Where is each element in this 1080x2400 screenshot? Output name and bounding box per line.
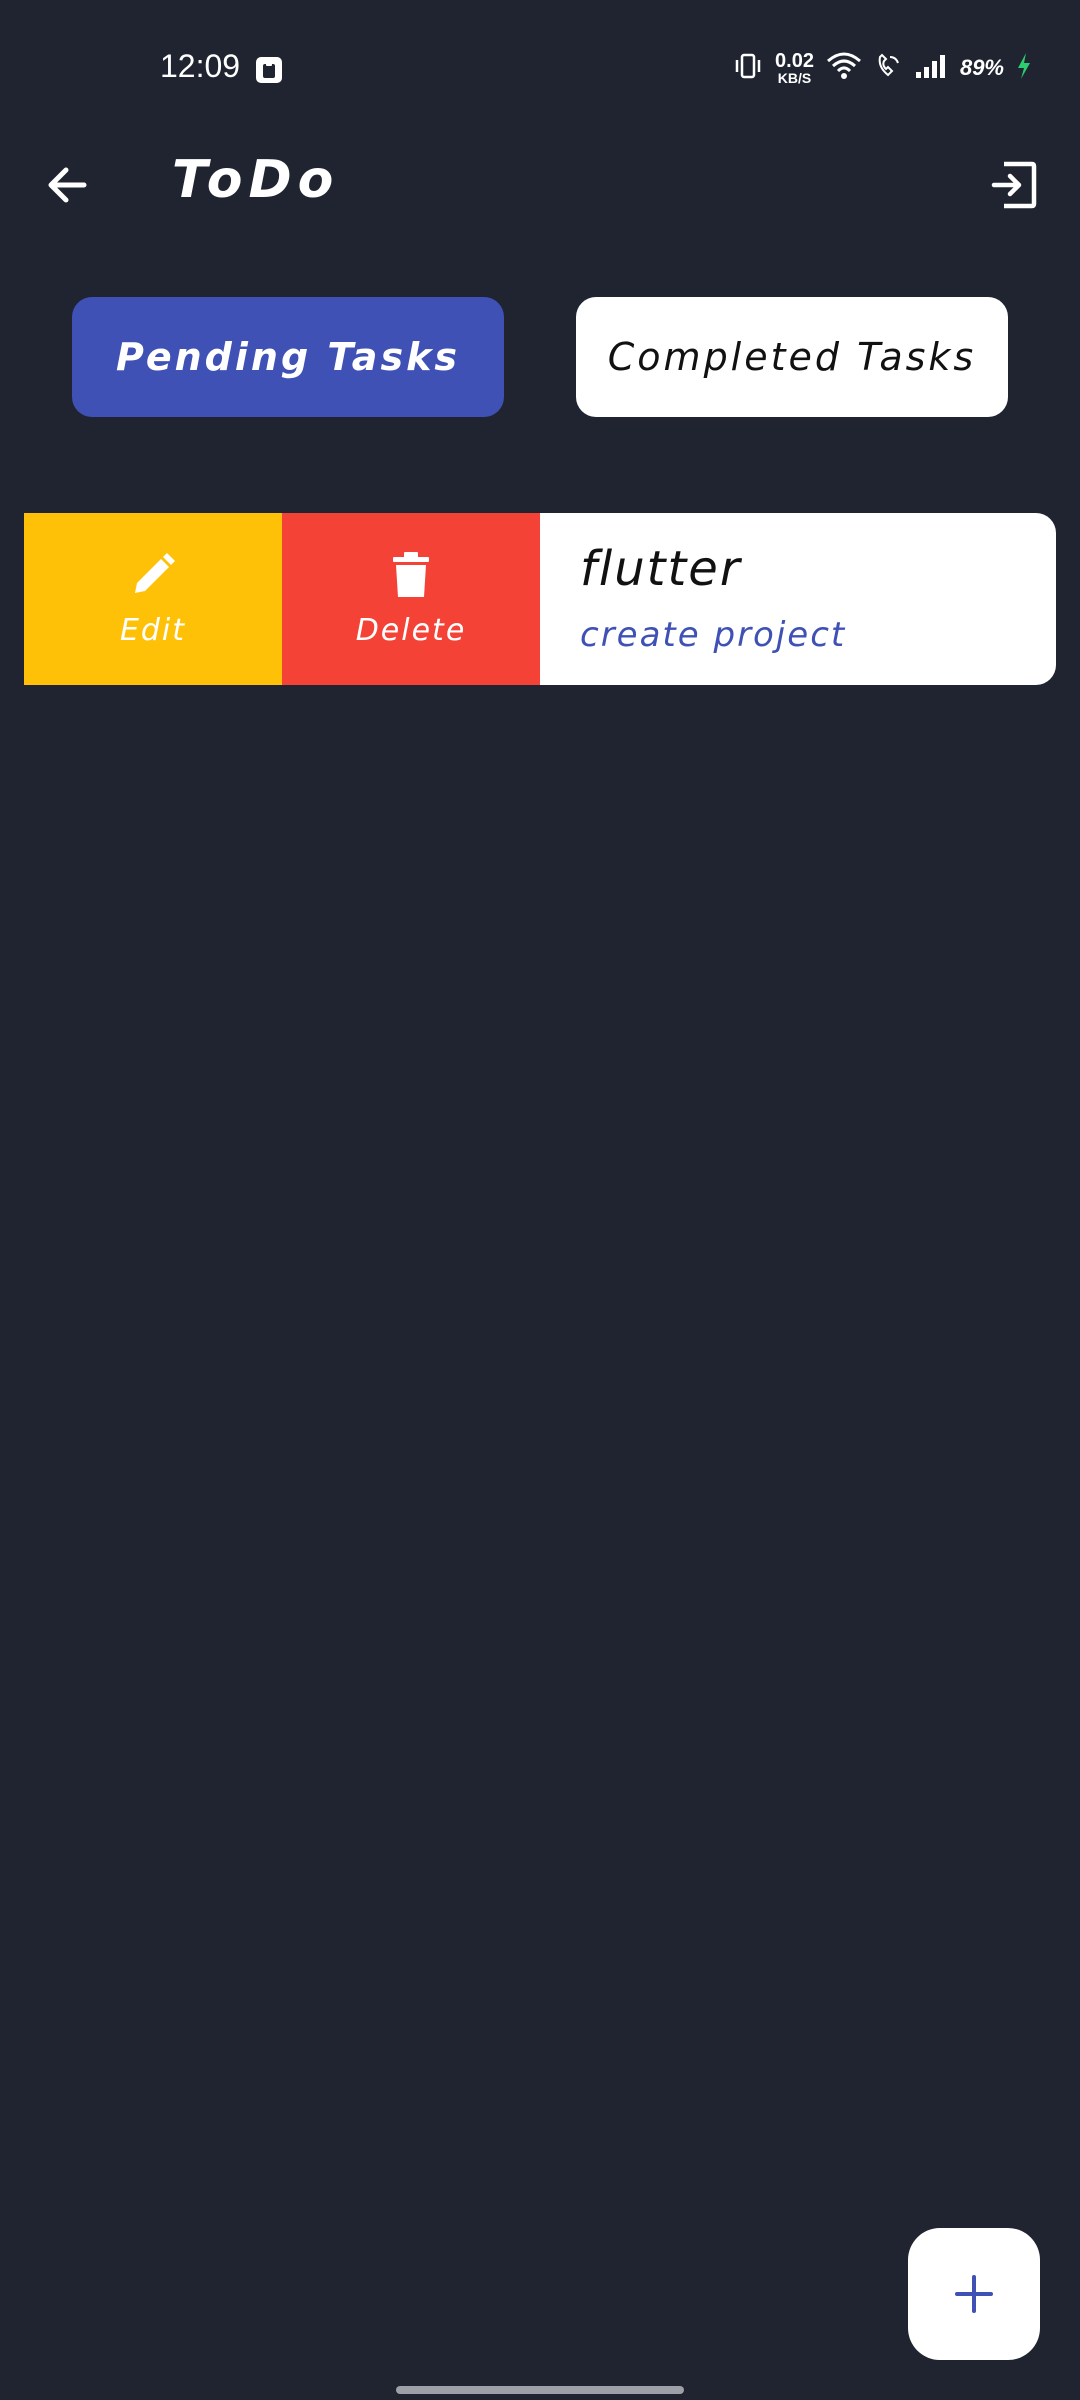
trash-icon bbox=[393, 551, 429, 597]
battery-level: 89% bbox=[959, 55, 1004, 80]
status-bar: 12:09 0.02 KB/S 89% bbox=[0, 0, 1080, 140]
app-title: ToDo bbox=[172, 150, 340, 210]
charging-icon bbox=[1016, 52, 1032, 85]
wifi-calling-icon bbox=[874, 51, 902, 86]
edit-label: Edit bbox=[119, 612, 187, 648]
exit-icon bbox=[991, 161, 1037, 209]
delete-action-button[interactable]: Delete bbox=[282, 513, 540, 685]
status-time: 12:09 bbox=[160, 48, 241, 84]
add-task-button[interactable] bbox=[908, 2228, 1040, 2360]
tab-pending-tasks[interactable]: Pending Tasks bbox=[72, 297, 504, 417]
delete-label: Delete bbox=[355, 612, 467, 648]
wifi-icon bbox=[826, 51, 862, 86]
network-speed: 0.02 KB/S bbox=[775, 51, 814, 85]
screen: 12:09 0.02 KB/S 89% ToDo Pending Tasks C… bbox=[0, 0, 1080, 2400]
logout-button[interactable] bbox=[982, 154, 1044, 216]
tab-completed-tasks[interactable]: Completed Tasks bbox=[576, 297, 1008, 417]
task-description: create project bbox=[580, 615, 847, 655]
plus-icon bbox=[955, 2275, 993, 2313]
arrow-left-icon bbox=[48, 167, 87, 203]
app-bar: ToDo bbox=[0, 140, 1080, 300]
pencil-icon bbox=[135, 552, 175, 593]
app-notification-icon bbox=[255, 56, 283, 84]
edit-action-button[interactable]: Edit bbox=[24, 513, 282, 685]
vibrate-icon bbox=[733, 51, 763, 86]
back-button[interactable] bbox=[36, 154, 98, 216]
status-indicators: 0.02 KB/S 89% bbox=[733, 48, 1032, 88]
signal-icon bbox=[914, 52, 948, 85]
network-speed-unit: KB/S bbox=[777, 70, 812, 86]
gesture-nav-bar[interactable] bbox=[396, 2386, 684, 2394]
network-speed-value: 0.02 bbox=[775, 50, 814, 72]
task-title: flutter bbox=[580, 541, 742, 597]
task-row[interactable]: Edit Delete flutter create project bbox=[24, 513, 1056, 685]
task-card[interactable]: flutter create project bbox=[540, 513, 1056, 685]
